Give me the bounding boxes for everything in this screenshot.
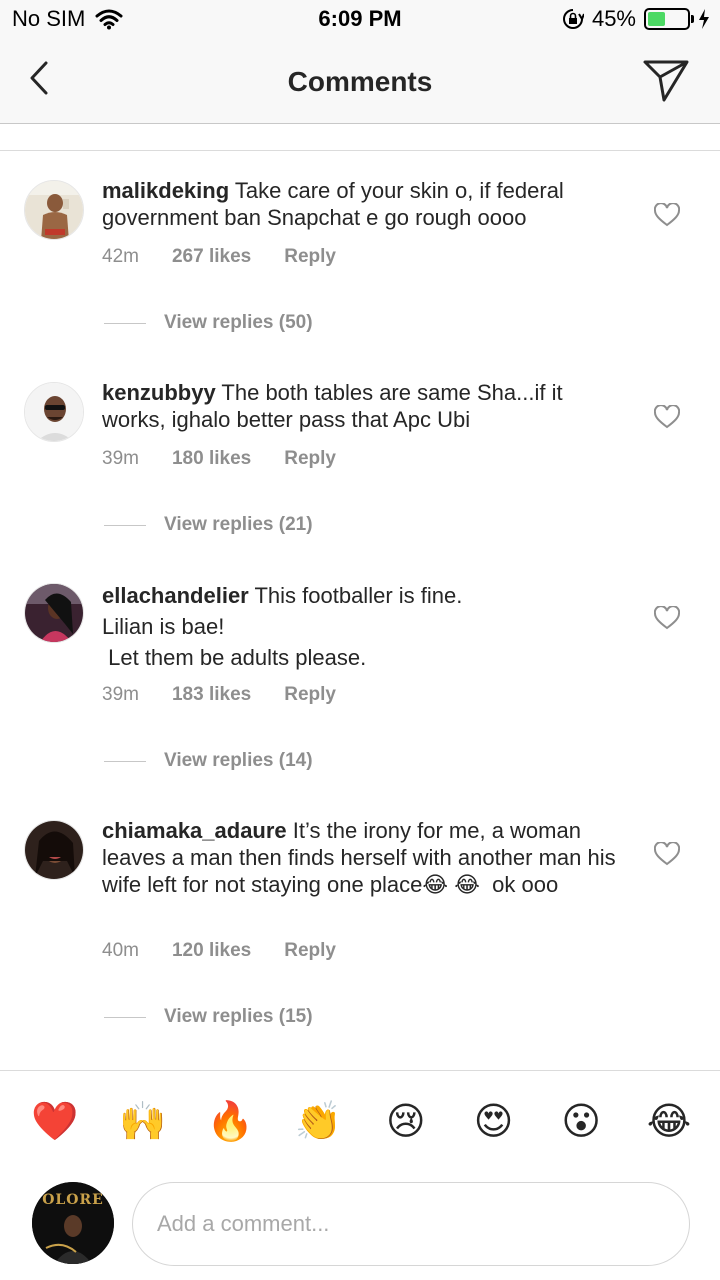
view-replies-button[interactable]: View replies (15) [104,1006,313,1028]
fire-emoji-button[interactable]: 🔥 [205,1096,255,1148]
comment-username[interactable]: chiamaka_adaure [102,818,287,843]
nav-bar: Comments [0,40,720,124]
view-replies-button[interactable]: View replies (14) [104,750,313,772]
view-replies-label: View replies (15) [164,1006,313,1027]
comment-body: chiamaka_adaure It’s the irony for me, a… [102,817,622,898]
paper-plane-icon[interactable] [642,56,690,104]
avatar-logo: OLORE [42,1192,104,1208]
status-right: 45% [562,6,710,32]
current-user-avatar: OLORE [32,1182,114,1264]
battery-fill [648,12,666,26]
divider [0,1070,720,1071]
comment-time: 39m [102,684,139,705]
battery-icon [644,8,694,30]
heart-icon[interactable] [653,202,681,227]
emoji-quick-bar: ❤️ 🙌 🔥 👏 😢 😍 😮 😂 [30,1096,694,1148]
divider [0,150,720,151]
comment-likes[interactable]: 183 likes [172,684,251,706]
crying-face-emoji-button[interactable]: 😢 [381,1096,431,1148]
comment-likes[interactable]: 120 likes [172,940,251,962]
status-bar: No SIM 6:09 PM 45% [0,0,720,40]
comment-body: ellachandelier This footballer is fine. … [102,580,622,673]
heart-icon[interactable] [653,404,681,429]
view-replies-button[interactable]: View replies (21) [104,514,313,536]
avatar[interactable] [24,382,84,442]
comment-username[interactable]: ellachandelier [102,583,249,608]
reply-button[interactable]: Reply [284,448,336,470]
comment-body: malikdeking Take care of your skin o, if… [102,177,622,231]
red-heart-emoji-button[interactable]: ❤️ [30,1096,80,1148]
comment-time: 39m [102,448,139,469]
battery-percent: 45% [591,6,636,31]
raising-hands-emoji-button[interactable]: 🙌 [118,1096,168,1148]
comment-meta: 39m 180 likes Reply [102,448,336,470]
reply-button[interactable]: Reply [284,940,336,962]
surprised-face-emoji-button[interactable]: 😮 [556,1096,606,1148]
heart-icon[interactable] [653,605,681,630]
avatar[interactable] [24,820,84,880]
comment-body: kenzubbyy The both tables are same Sha..… [102,379,622,433]
comment-likes[interactable]: 180 likes [172,448,251,470]
rotation-lock-icon [562,9,584,29]
view-replies-button[interactable]: View replies (50) [104,312,313,334]
comment-username[interactable]: malikdeking [102,178,229,203]
tears-of-joy-emoji-button[interactable]: 😂 [644,1096,694,1148]
view-replies-label: View replies (50) [164,312,313,333]
comment-username[interactable]: kenzubbyy [102,380,216,405]
divider-line [104,1016,146,1018]
avatar[interactable] [24,583,84,643]
comment-meta: 42m 267 likes Reply [102,246,336,268]
divider-line [104,524,146,526]
view-replies-label: View replies (14) [164,750,313,771]
reply-button[interactable]: Reply [284,684,336,706]
comment-meta: 40m 120 likes Reply [102,940,336,962]
avatar[interactable] [24,180,84,240]
clapping-hands-emoji-button[interactable]: 👏 [293,1096,343,1148]
charging-bolt-icon [699,9,709,29]
comment-meta: 39m 183 likes Reply [102,684,336,706]
divider-line [104,322,146,324]
comment-input[interactable] [132,1182,690,1266]
page-title: Comments [287,66,433,97]
heart-icon[interactable] [653,841,681,866]
comment-likes[interactable]: 267 likes [172,246,251,268]
view-replies-label: View replies (21) [164,514,313,535]
heart-eyes-emoji-button[interactable]: 😍 [469,1096,519,1148]
comment-time: 42m [102,246,139,267]
comment-time: 40m [102,940,139,961]
divider-line [104,760,146,762]
reply-button[interactable]: Reply [284,246,336,268]
